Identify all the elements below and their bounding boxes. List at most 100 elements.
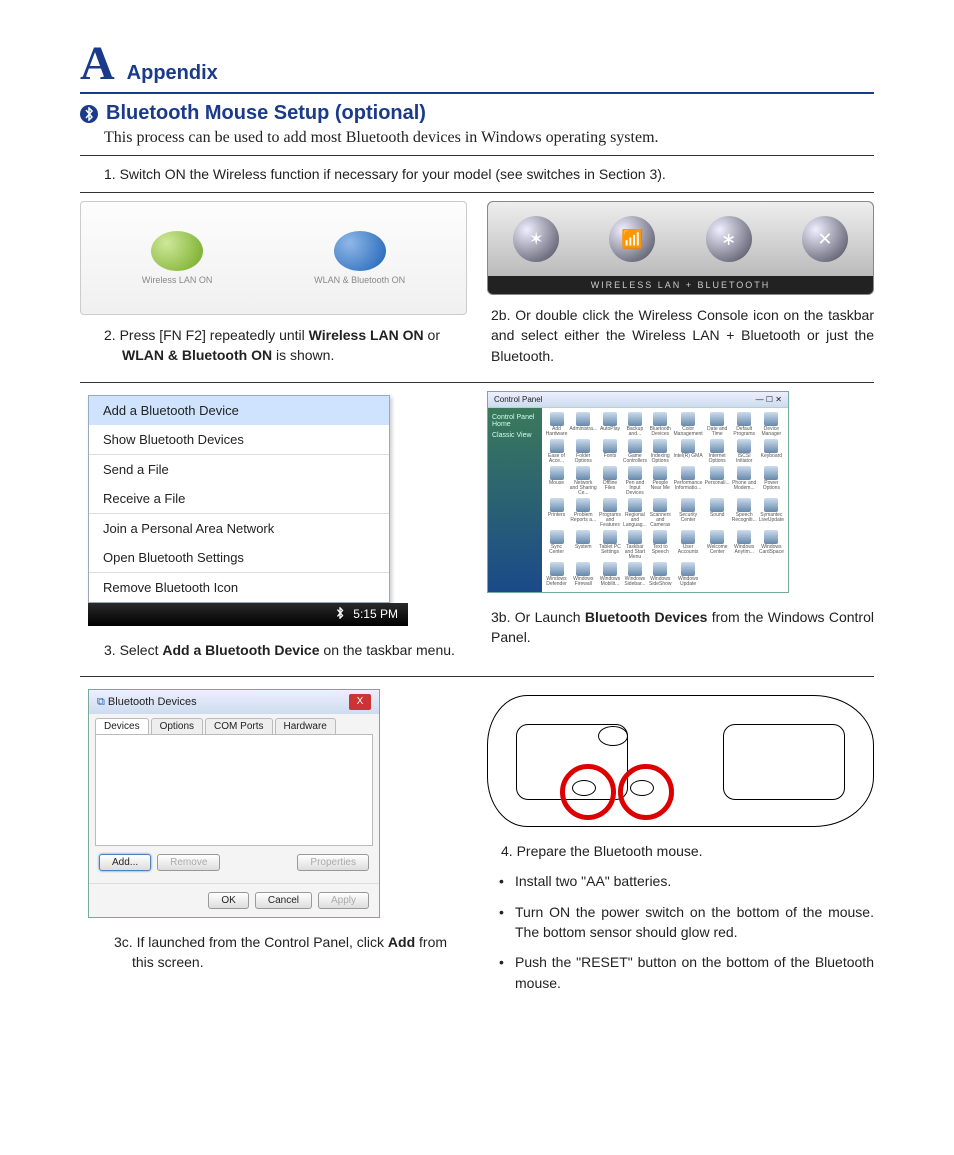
cp-item[interactable]: Performance Informatio... <box>674 466 703 496</box>
bullet-reset: Push the "RESET" button on the bottom of… <box>515 952 874 993</box>
divider <box>80 192 874 193</box>
cp-item[interactable]: Keyboard <box>759 439 784 464</box>
bullet-power-switch: Turn ON the power switch on the bottom o… <box>515 902 874 943</box>
cp-item[interactable]: Windows Defender <box>546 562 568 587</box>
apply-button[interactable]: Apply <box>318 892 369 909</box>
cp-item[interactable]: Ease of Acce... <box>546 439 568 464</box>
menu-receive-file[interactable]: Receive a File <box>89 484 389 513</box>
wlan-bt-on-label: WLAN & Bluetooth ON <box>314 275 405 285</box>
menu-show-bluetooth-devices[interactable]: Show Bluetooth Devices <box>89 425 389 454</box>
cp-item[interactable]: User Accounts <box>674 530 703 560</box>
control-panel-breadcrumb: Control Panel <box>494 395 542 404</box>
cp-item[interactable]: Personali... <box>705 466 730 496</box>
cp-item[interactable]: Windows Anytim... <box>732 530 757 560</box>
cp-item[interactable]: Problem Reports a... <box>569 498 597 528</box>
cp-item[interactable]: Color Management <box>674 412 703 437</box>
cp-item[interactable]: People Near Me <box>649 466 672 496</box>
bluetooth-devices-dialog: ⧉ Bluetooth Devices X Devices Options CO… <box>88 689 380 918</box>
cp-item[interactable]: Welcome Center <box>705 530 730 560</box>
cp-item[interactable]: Device Manager <box>759 412 784 437</box>
ok-button[interactable]: OK <box>208 892 248 909</box>
window-controls[interactable]: — ☐ ✕ <box>756 395 782 404</box>
add-button[interactable]: Add... <box>99 854 151 871</box>
tab-devices[interactable]: Devices <box>95 718 149 734</box>
cp-item[interactable]: Text to Speech <box>649 530 672 560</box>
divider <box>80 676 874 677</box>
cp-item[interactable]: Taskbar and Start Menu <box>623 530 647 560</box>
cp-item[interactable]: Offline Files <box>599 466 621 496</box>
appendix-header: A Appendix <box>80 40 874 94</box>
cp-item[interactable]: Add Hardware <box>546 412 568 437</box>
cp-item[interactable]: Windows Firewall <box>569 562 597 587</box>
cp-item[interactable]: Fonts <box>599 439 621 464</box>
menu-add-bluetooth-device[interactable]: Add a Bluetooth Device <box>89 396 389 425</box>
dialog-tabs: Devices Options COM Ports Hardware <box>89 714 379 734</box>
bluetooth-tray-icon[interactable] <box>335 607 345 622</box>
cp-item[interactable]: Folder Options <box>569 439 597 464</box>
cp-item[interactable]: Speech Recogniti... <box>732 498 757 528</box>
section-heading: Bluetooth Mouse Setup (optional) <box>80 102 874 125</box>
remove-button[interactable]: Remove <box>157 854 220 871</box>
properties-button[interactable]: Properties <box>297 854 369 871</box>
cp-item[interactable]: Security Center <box>674 498 703 528</box>
cp-item[interactable]: Intel(R) GMA <box>674 439 703 464</box>
cp-item[interactable]: Indexing Options <box>649 439 672 464</box>
wifi-orb-icon: 📶 <box>609 216 655 262</box>
menu-remove-icon[interactable]: Remove Bluetooth Icon <box>89 573 389 602</box>
cp-item[interactable]: Symantec LiveUpdate <box>759 498 784 528</box>
cp-item[interactable]: Windows Sidebar... <box>623 562 647 587</box>
cp-item[interactable]: Internet Options <box>705 439 730 464</box>
tab-hardware[interactable]: Hardware <box>275 718 336 734</box>
cp-item[interactable]: Windows CardSpace <box>759 530 784 560</box>
wireless-icons-figure: Wireless LAN ON WLAN & Bluetooth ON <box>80 201 467 315</box>
cp-item[interactable]: Programs and Features <box>599 498 621 528</box>
cp-side-title: Control Panel Home <box>492 414 538 428</box>
control-panel-window: Control Panel — ☐ ✕ Control Panel Home C… <box>487 391 789 593</box>
cp-item[interactable]: Scanners and Cameras <box>649 498 672 528</box>
cp-item[interactable]: Network and Sharing Ce... <box>569 466 597 496</box>
cp-item[interactable]: Regional and Languag... <box>623 498 647 528</box>
cp-item[interactable]: Default Programs <box>732 412 757 437</box>
cancel-button[interactable]: Cancel <box>255 892 312 909</box>
cp-classic-view-link[interactable]: Classic View <box>492 432 538 439</box>
wireless-console-label: WIRELESS LAN + BLUETOOTH <box>488 276 873 294</box>
cp-item[interactable]: iSCSI Initiator <box>732 439 757 464</box>
bluetooth-icon <box>80 105 98 123</box>
close-button[interactable]: X <box>349 694 371 710</box>
cp-item[interactable]: Printers <box>546 498 568 528</box>
tab-com-ports[interactable]: COM Ports <box>205 718 272 734</box>
control-panel-grid: Add HardwareAdministra...AutoPlayBackup … <box>542 408 788 592</box>
bluetooth-context-menu: Add a Bluetooth Device Show Bluetooth De… <box>88 395 390 603</box>
menu-send-file[interactable]: Send a File <box>89 455 389 484</box>
cp-item[interactable]: Windows SideShow <box>649 562 672 587</box>
taskbar-clock: 5:15 PM <box>353 607 398 621</box>
cp-item[interactable]: Pen and Input Devices <box>623 466 647 496</box>
dialog-titlebar: ⧉ Bluetooth Devices X <box>89 690 379 714</box>
control-panel-sidebar: Control Panel Home Classic View <box>488 408 542 592</box>
step-2b: 2b. Or double click the Wireless Console… <box>491 305 874 366</box>
wlan-on-label: Wireless LAN ON <box>142 275 213 285</box>
tab-options[interactable]: Options <box>151 718 203 734</box>
cp-item[interactable]: Game Controllers <box>623 439 647 464</box>
cp-item[interactable]: Windows Update <box>674 562 703 587</box>
cp-item[interactable]: Sound <box>705 498 730 528</box>
cp-item[interactable]: Sync Center <box>546 530 568 560</box>
divider <box>80 382 874 383</box>
cp-item[interactable]: Date and Time <box>705 412 730 437</box>
menu-join-pan[interactable]: Join a Personal Area Network <box>89 514 389 543</box>
cp-item[interactable]: System <box>569 530 597 560</box>
cp-item[interactable]: Administra... <box>569 412 597 437</box>
control-panel-titlebar: Control Panel — ☐ ✕ <box>488 392 788 408</box>
cp-item[interactable]: Windows Mobilit... <box>599 562 621 587</box>
cp-item[interactable]: Power Options <box>759 466 784 496</box>
cp-item[interactable]: Backup and... <box>623 412 647 437</box>
cp-item[interactable]: Tablet PC Settings <box>599 530 621 560</box>
cp-item[interactable]: Mouse <box>546 466 568 496</box>
cp-item[interactable]: AutoPlay <box>599 412 621 437</box>
menu-open-settings[interactable]: Open Bluetooth Settings <box>89 543 389 572</box>
wifi-bt-orb-icon: ✶ <box>513 216 559 262</box>
cp-item[interactable]: Bluetooth Devices <box>649 412 672 437</box>
section-intro: This process can be used to add most Blu… <box>104 129 874 147</box>
dialog-list <box>95 734 373 846</box>
cp-item[interactable]: Phone and Modem... <box>732 466 757 496</box>
